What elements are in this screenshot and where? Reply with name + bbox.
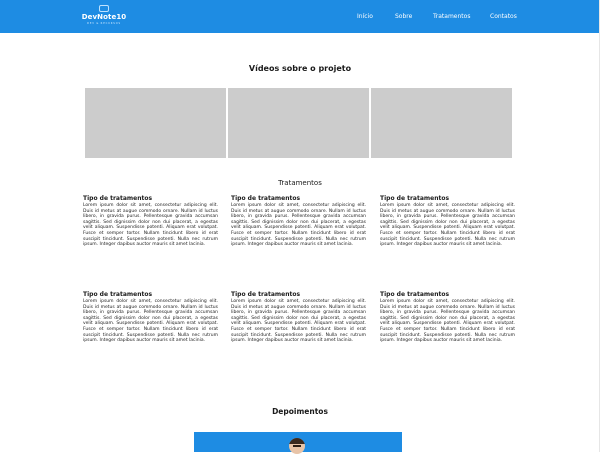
treatment-card-text: Lorem ipsum dolor sit amet, consectetur … [380, 203, 515, 248]
treatment-card-title: Tipo de tratamentos [83, 291, 153, 298]
treatment-card-title: Tipo de tratamentos [380, 291, 450, 298]
video-placeholder[interactable] [85, 88, 226, 158]
nav-link-contatos[interactable]: Contatos [490, 13, 517, 20]
nav-link-inicio[interactable]: Início [357, 13, 373, 20]
treatment-card-text: Lorem ipsum dolor sit amet, consectetur … [83, 299, 218, 344]
avatar-hair [289, 438, 305, 444]
site-logo[interactable]: DevNote10 DEV & RECURSOS [79, 5, 129, 30]
depoimentos-section-title: Depoimentos [272, 407, 328, 416]
treatment-card-title: Tipo de tratamentos [231, 195, 301, 202]
treatment-card-title: Tipo de tratamentos [83, 195, 153, 202]
avatar-beard [293, 445, 301, 447]
site-header: DevNote10 DEV & RECURSOS Início Sobre Tr… [0, 0, 600, 33]
video-placeholder[interactable] [371, 88, 512, 158]
monitor-icon [99, 5, 109, 12]
video-placeholder[interactable] [228, 88, 369, 158]
treatment-card-text: Lorem ipsum dolor sit amet, consectetur … [231, 203, 366, 248]
treatment-card: Tipo de tratamentos Lorem ipsum dolor si… [231, 291, 366, 344]
tratamentos-section-title: Tratamentos [278, 179, 322, 187]
treatment-card: Tipo de tratamentos Lorem ipsum dolor si… [380, 291, 515, 344]
testimonial-card [194, 432, 402, 454]
logo-text: DevNote10 [81, 13, 127, 21]
treatment-card-title: Tipo de tratamentos [231, 291, 301, 298]
treatment-card: Tipo de tratamentos Lorem ipsum dolor si… [231, 195, 366, 248]
treatment-card-text: Lorem ipsum dolor sit amet, consectetur … [380, 299, 515, 344]
treatment-card: Tipo de tratamentos Lorem ipsum dolor si… [380, 195, 515, 248]
treatment-card-title: Tipo de tratamentos [380, 195, 450, 202]
nav-link-sobre[interactable]: Sobre [395, 13, 412, 20]
treatment-card-text: Lorem ipsum dolor sit amet, consectetur … [231, 299, 366, 344]
logo-subtitle: DEV & RECURSOS [87, 22, 121, 25]
treatment-card: Tipo de tratamentos Lorem ipsum dolor si… [83, 195, 218, 248]
treatment-card: Tipo de tratamentos Lorem ipsum dolor si… [83, 291, 218, 344]
videos-section-title: Vídeos sobre o projeto [248, 64, 352, 73]
nav-link-tratamentos[interactable]: Tratamentos [433, 13, 470, 20]
treatment-card-text: Lorem ipsum dolor sit amet, consectetur … [83, 203, 218, 248]
